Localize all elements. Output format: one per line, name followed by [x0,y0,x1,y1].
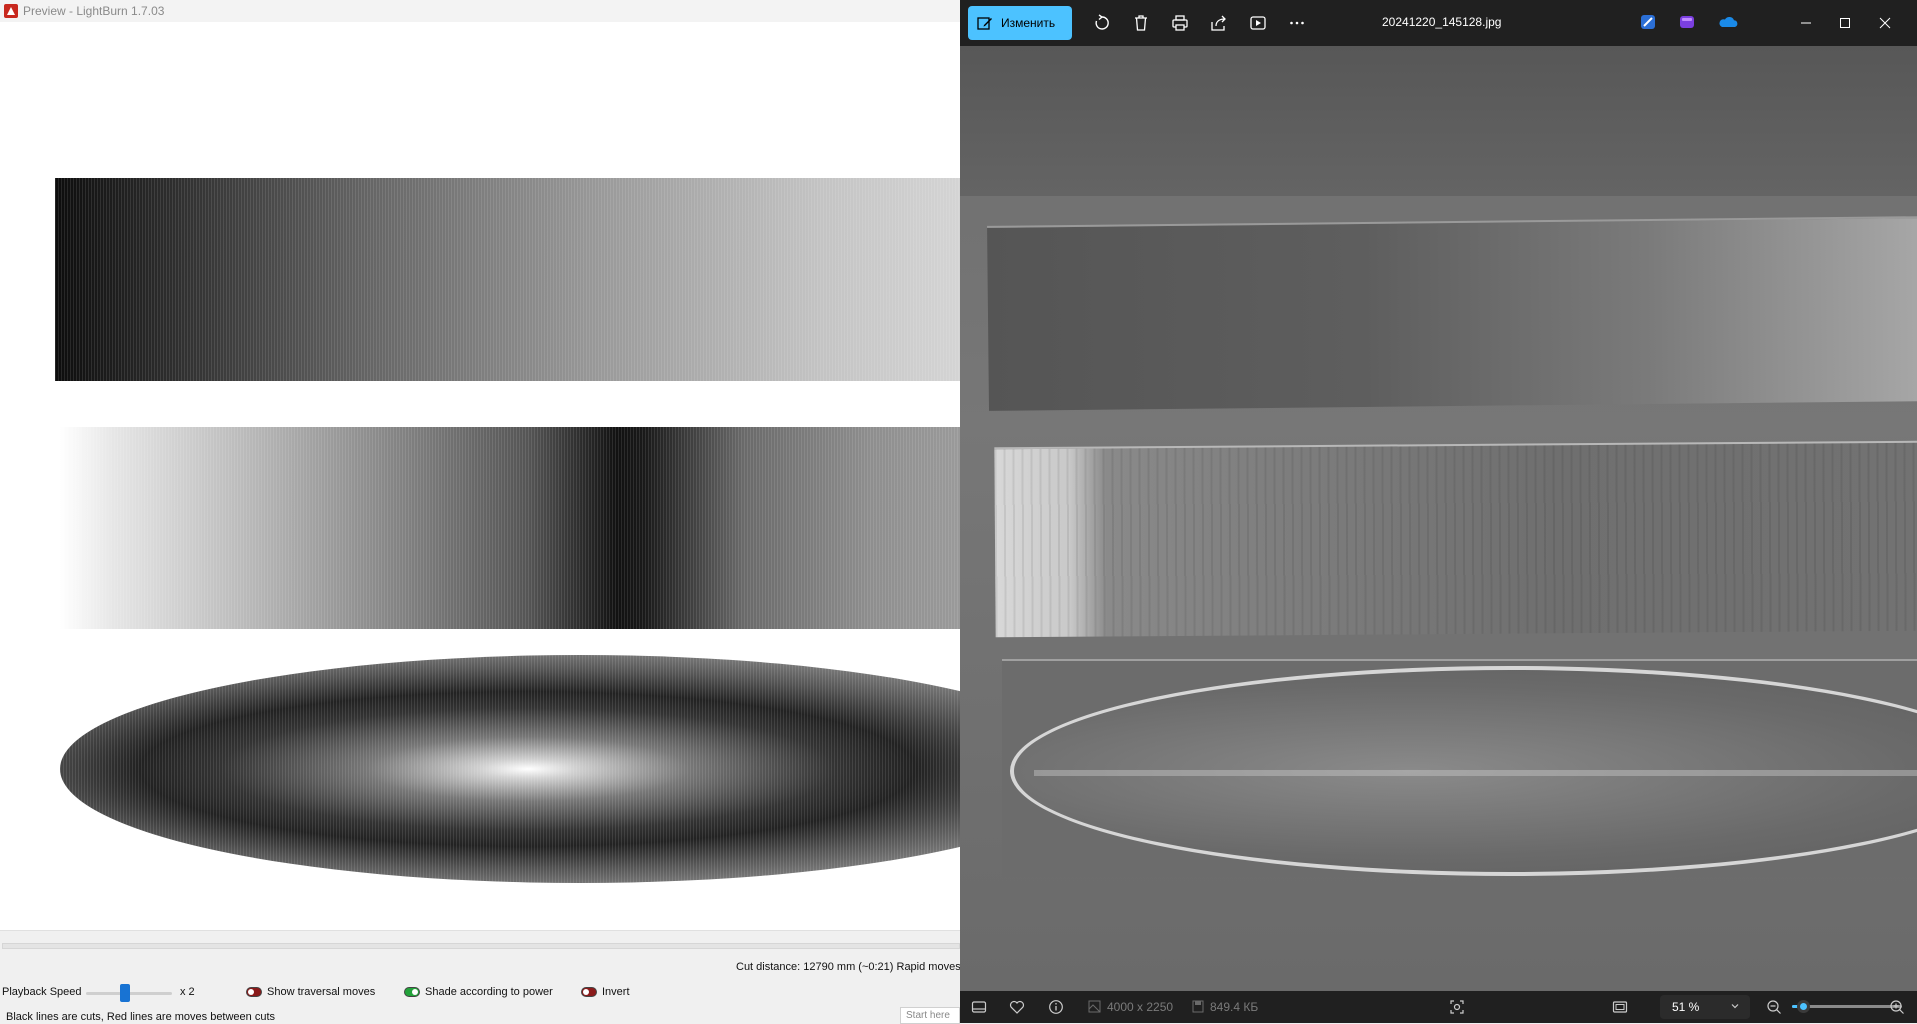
lightburn-logo-icon [4,4,18,18]
slideshow-icon[interactable] [1245,10,1271,36]
cut-distance-label: Cut distance: 12790 mm (~0:21) Rapid mov… [736,961,961,973]
info-icon[interactable] [1047,998,1065,1016]
preview-controls-panel: Cut distance: 12790 mm (~0:21) Rapid mov… [0,930,961,1024]
invert-toggle[interactable]: Invert [581,986,630,998]
engraved-strip-2 [994,440,1917,638]
edit-button[interactable]: Изменить [968,6,1072,40]
visual-search-icon[interactable] [1448,998,1466,1016]
onedrive-icon[interactable] [1717,13,1739,31]
more-icon[interactable] [1284,10,1310,36]
photos-status-bar: 4000 x 2250 849.4 КБ 51 % [960,991,1917,1023]
filmstrip-icon[interactable] [970,998,988,1016]
maximize-icon[interactable] [1834,12,1856,34]
toggle-switch[interactable] [246,987,262,997]
radial-gradient-ellipse [60,655,960,883]
legend-text: Black lines are cuts, Red lines are move… [6,1011,276,1023]
file-size-icon [1192,1000,1204,1013]
zoom-in-icon[interactable] [1888,998,1906,1016]
playback-speed-label: Playback Speed [2,986,82,998]
file-name: 20241220_145128.jpg [1382,15,1502,29]
window-title: Preview - LightBurn 1.7.03 [23,4,165,18]
toggle-label: Invert [602,986,630,998]
zoom-slider[interactable] [1792,1000,1902,1013]
toggle-label: Show traversal moves [267,986,376,998]
fit-to-window-icon[interactable] [1611,998,1629,1016]
zoom-level-dropdown[interactable]: 51 % [1660,995,1750,1019]
lightburn-titlebar: Preview - LightBurn 1.7.03 [0,0,960,22]
playback-row: Playback Speed x 2 Show traversal moves … [0,983,960,1003]
designer-icon[interactable] [1678,13,1696,31]
favorite-icon[interactable] [1008,998,1026,1016]
edit-button-label: Изменить [1001,16,1056,30]
photo-background [960,46,1917,196]
delete-icon[interactable] [1128,10,1154,36]
toggle-label: Shade according to power [425,986,553,998]
file-size: 849.4 КБ [1210,1000,1259,1014]
toggle-switch[interactable] [404,987,420,997]
engraved-strip-1 [987,216,1917,411]
toggle-switch[interactable] [581,987,597,997]
image-dimensions: 4000 x 2250 [1107,1000,1174,1014]
horizontal-scrollbar[interactable] [2,943,960,949]
slider-thumb[interactable] [120,984,130,1002]
photos-toolbar: Изменить 20241220_145128.jpg [960,0,1917,46]
clipchamp-icon[interactable] [1639,13,1657,31]
preview-canvas[interactable] [0,22,960,930]
start-here-field[interactable]: Start here [900,1007,960,1024]
playback-speed-slider[interactable] [86,983,172,1003]
print-icon[interactable] [1167,10,1193,36]
image-size-icon [1088,1000,1101,1013]
zoom-level-value: 51 % [1672,1000,1700,1014]
share-icon[interactable] [1206,10,1232,36]
minimize-icon[interactable] [1795,12,1817,34]
zoom-slider-thumb[interactable] [1797,1000,1810,1013]
edit-image-icon [977,17,992,30]
photos-viewer-window: Изменить 20241220_145128.jpg 4000 x 2250… [960,0,1917,1023]
photo-canvas[interactable] [960,46,1917,991]
close-icon[interactable] [1874,12,1896,34]
chevron-down-icon [1731,1004,1739,1009]
zoom-out-icon[interactable] [1765,998,1783,1016]
rotate-icon[interactable] [1089,10,1115,36]
show-traversal-toggle[interactable]: Show traversal moves [246,986,375,998]
shade-power-toggle[interactable]: Shade according to power [404,986,553,998]
playback-speed-value: x 2 [180,986,195,998]
lightburn-preview-window: Preview - LightBurn 1.7.03 Cut distance:… [0,0,961,1024]
